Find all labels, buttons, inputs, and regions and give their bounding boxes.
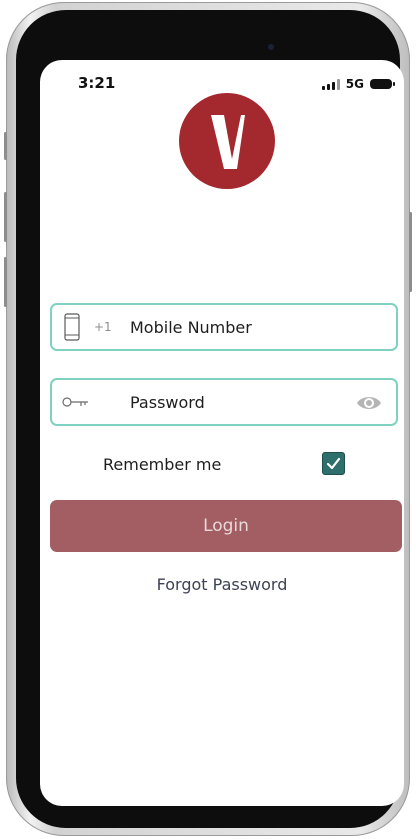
country-code-prefix: +1 [94, 320, 112, 334]
phone-screen: 3:21 5G +1 Mobile Number Password Rememb… [40, 60, 404, 806]
login-button[interactable]: Login [50, 500, 402, 552]
mobile-number-input[interactable]: Mobile Number [130, 318, 252, 337]
phone-icon [64, 313, 80, 341]
remember-me-checkbox[interactable] [322, 452, 345, 475]
mobile-number-field[interactable]: +1 Mobile Number [50, 303, 398, 351]
remember-me-label: Remember me [103, 455, 222, 474]
password-field[interactable]: Password [50, 378, 398, 426]
key-icon [62, 397, 88, 407]
brand-logo-icon [179, 93, 275, 189]
phone-frame: 3:21 5G +1 Mobile Number Password Rememb… [4, 2, 412, 836]
status-icons: 5G [321, 77, 395, 91]
volume-button [4, 257, 7, 307]
front-camera-icon [268, 44, 274, 50]
power-button [409, 212, 412, 292]
forgot-password-link[interactable]: Forgot Password [40, 575, 404, 594]
side-button [4, 132, 7, 160]
status-time: 3:21 [78, 74, 116, 92]
status-bar: 3:21 5G [40, 74, 404, 94]
signal-icon [321, 78, 340, 90]
password-input[interactable]: Password [130, 393, 205, 412]
battery-icon [370, 79, 395, 89]
volume-button [4, 192, 7, 242]
eye-icon[interactable] [356, 394, 382, 412]
checkmark-icon [326, 457, 341, 470]
network-type: 5G [345, 77, 364, 91]
